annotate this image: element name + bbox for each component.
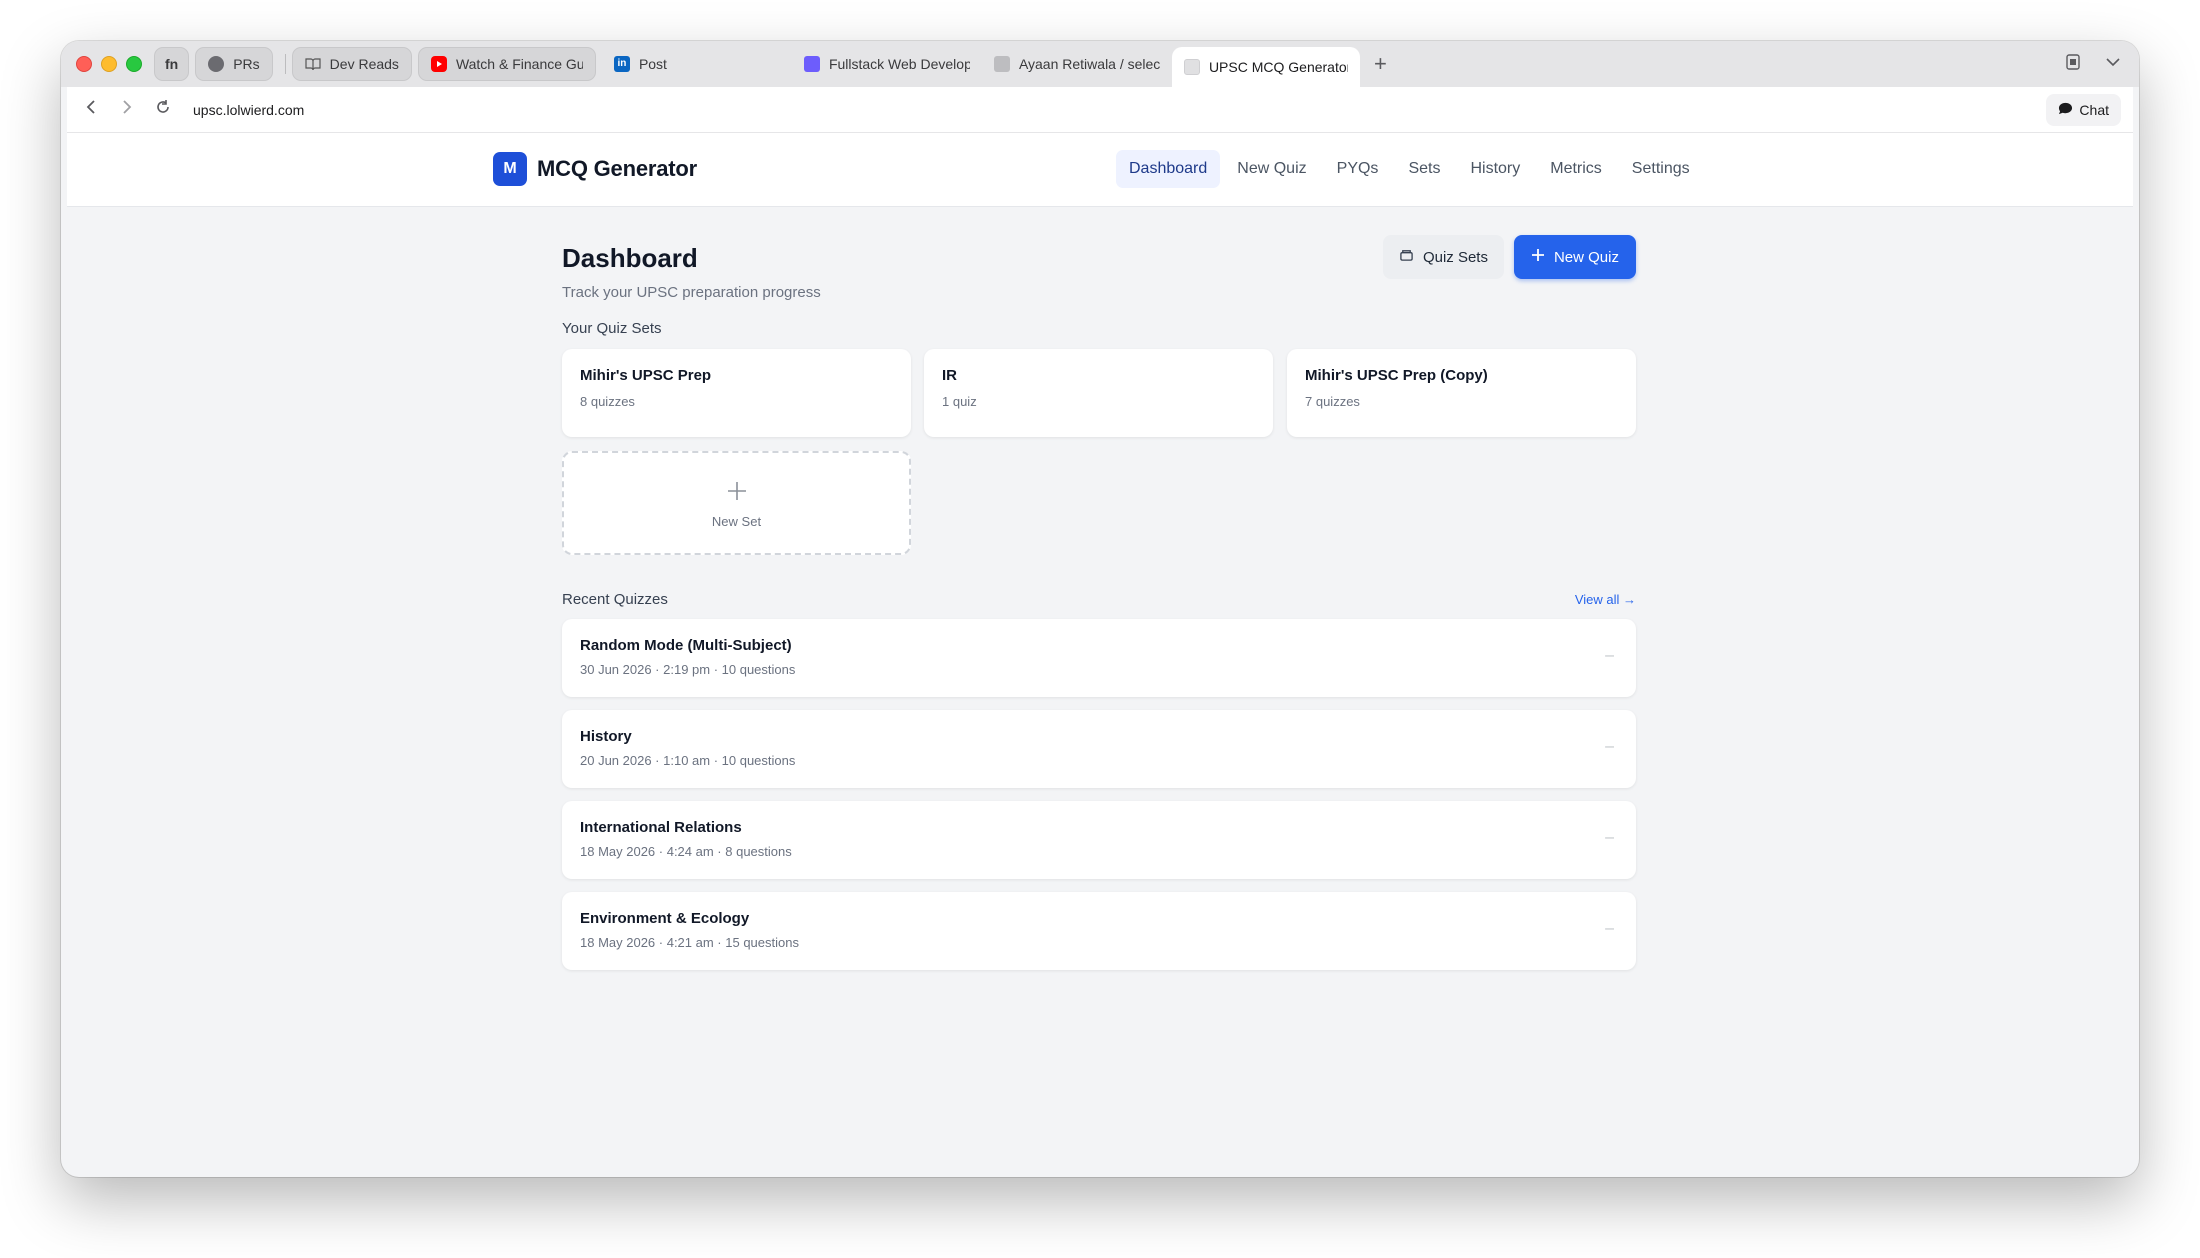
main-nav: Dashboard New Quiz PYQs Sets History Met… [1116, 150, 1703, 188]
tab-watch-finance[interactable]: Watch & Finance Guid [417, 47, 596, 81]
quiz-sets-heading: Your Quiz Sets [562, 320, 662, 337]
tab-upsc-mcq[interactable]: UPSC MCQ Generator [1171, 47, 1360, 87]
status-indicator: – [1605, 738, 1614, 755]
brand-name: MCQ Generator [537, 156, 697, 181]
nav-pyqs[interactable]: PYQs [1324, 150, 1392, 188]
book-icon [305, 56, 321, 72]
course-icon [803, 56, 820, 72]
nav-new-quiz[interactable]: New Quiz [1224, 150, 1319, 188]
tab-dev-reads[interactable]: Dev Reads [291, 47, 412, 81]
tab-fn[interactable]: fn [154, 47, 190, 81]
linkedin-icon: in [613, 56, 630, 72]
view-all-link[interactable]: View all → [1575, 592, 1636, 607]
logo: M [493, 152, 527, 186]
tab-ayaan[interactable]: Ayaan Retiwala / select [982, 47, 1172, 81]
nav-settings[interactable]: Settings [1619, 150, 1703, 188]
github-icon [208, 56, 225, 72]
plus-icon [1531, 248, 1545, 266]
nav-history[interactable]: History [1457, 150, 1533, 188]
quiz-set-card[interactable]: Mihir's UPSC Prep 8 quizzes [562, 349, 911, 437]
tab-fullstack[interactable]: Fullstack Web Develop [792, 47, 982, 81]
tab-separator [284, 54, 286, 74]
plus-icon [726, 478, 748, 508]
tab-post[interactable]: in Post [602, 47, 792, 81]
tab-prs[interactable]: PRs [195, 47, 273, 81]
minimize-window-button[interactable] [101, 56, 117, 72]
brand[interactable]: M MCQ Generator [493, 152, 697, 186]
app-navbar: M MCQ Generator Dashboard New Quiz PYQs … [67, 133, 2133, 207]
tab-strip: fn PRs Dev Reads Watch & Finance Guid in… [61, 41, 2139, 87]
quiz-set-card[interactable]: Mihir's UPSC Prep (Copy) 7 quizzes [1287, 349, 1636, 437]
youtube-icon [430, 56, 447, 72]
reload-icon[interactable] [145, 98, 181, 121]
close-window-button[interactable] [76, 56, 92, 72]
quiz-sets-button[interactable]: Quiz Sets [1382, 235, 1504, 279]
url-field[interactable]: upsc.lolwierd.com [193, 102, 304, 118]
nav-metrics[interactable]: Metrics [1537, 150, 1615, 188]
page-icon [1183, 59, 1200, 75]
list-item[interactable]: History 20 Jun 2026 · 1:10 am · 10 quest… [562, 710, 1636, 788]
address-bar: upsc.lolwierd.com Chat [67, 87, 2133, 133]
page-subtitle: Track your UPSC preparation progress [562, 284, 821, 301]
chat-button[interactable]: Chat [2046, 93, 2121, 126]
quiz-set-card[interactable]: IR 1 quiz [924, 349, 1273, 437]
nav-sets[interactable]: Sets [1395, 150, 1453, 188]
tab-overview-icon[interactable] [2065, 53, 2081, 76]
chat-bubble-icon [2058, 101, 2073, 119]
folder-icon [1399, 248, 1414, 266]
list-item[interactable]: International Relations 18 May 2026 · 4:… [562, 801, 1636, 879]
chevron-down-icon[interactable] [2105, 55, 2121, 73]
maximize-window-button[interactable] [126, 56, 142, 72]
dashboard-content: Dashboard Track your UPSC preparation pr… [562, 235, 1636, 970]
status-indicator: – [1605, 647, 1614, 664]
status-indicator: – [1605, 829, 1614, 846]
forward-icon[interactable] [109, 98, 145, 121]
new-set-button[interactable]: New Set [562, 451, 911, 555]
back-icon[interactable] [73, 98, 109, 121]
nav-dashboard[interactable]: Dashboard [1116, 150, 1221, 188]
browser-window: fn PRs Dev Reads Watch & Finance Guid in… [61, 41, 2139, 1177]
page: M MCQ Generator Dashboard New Quiz PYQs … [67, 133, 2133, 1171]
new-quiz-button[interactable]: New Quiz [1513, 235, 1636, 279]
page-icon [993, 56, 1010, 72]
recent-quizzes-heading: Recent Quizzes [562, 591, 668, 608]
header-actions: Quiz Sets New Quiz [1382, 235, 1636, 279]
window-controls [76, 56, 142, 72]
new-tab-button[interactable]: + [1374, 51, 1387, 77]
status-indicator: – [1605, 920, 1614, 937]
list-item[interactable]: Environment & Ecology 18 May 2026 · 4:21… [562, 892, 1636, 970]
list-item[interactable]: Random Mode (Multi-Subject) 30 Jun 2026 … [562, 619, 1636, 697]
